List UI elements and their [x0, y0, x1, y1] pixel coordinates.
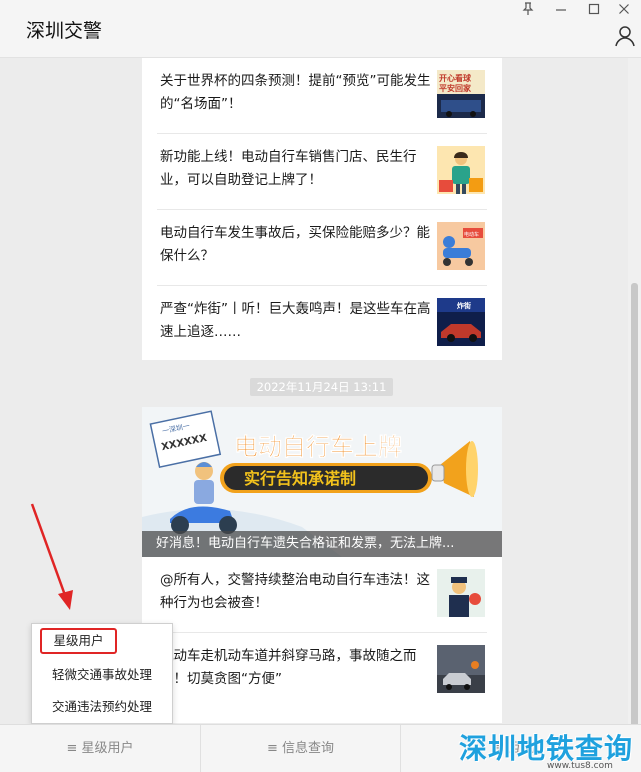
article-item[interactable]: @所有人，交警持续整治电动自行车违法！这种行为也会被查！	[157, 557, 487, 633]
menu-icon: ≡	[266, 741, 282, 756]
profile-icon[interactable]	[614, 25, 636, 47]
article-thumbnail	[437, 645, 485, 693]
close-icon[interactable]	[614, 2, 634, 18]
popup-menu: 星级用户 轻微交通事故处理 交通违法预约处理	[31, 623, 173, 724]
article-item[interactable]: 机动车走机动车道并斜穿马路，事故随之而来！切莫贪图“方便”	[157, 633, 487, 709]
title-bar: 深圳交警	[0, 0, 641, 58]
menu-item-violation-appointment[interactable]: 交通违法预约处理	[32, 694, 172, 720]
nav-info-query[interactable]: ≡ 信息查询	[201, 725, 400, 772]
article-item[interactable]: 关于世界杯的四条预测！提前“预览”可能发生的“名场面”！ 开心看球 平安回家	[157, 58, 487, 134]
app-title: 深圳交警	[26, 20, 103, 42]
banner-headline: 电动自行车上牌	[234, 433, 402, 461]
article-title: 机动车走机动车道并斜穿马路，事故随之而来！切莫贪图“方便”	[160, 648, 417, 687]
article-card: 关于世界杯的四条预测！提前“预览”可能发生的“名场面”！ 开心看球 平安回家 新…	[142, 58, 502, 360]
article-thumbnail: 开心看球 平安回家	[437, 70, 485, 118]
banner-caption: 好消息！电动自行车遗失合格证和发票，无法上牌...	[142, 531, 502, 557]
watermark-url: www.tus8.com	[547, 761, 613, 771]
annotation-arrow	[30, 503, 73, 610]
menu-icon: ≡	[66, 741, 82, 756]
article-thumbnail	[437, 146, 485, 194]
article-title: 关于世界杯的四条预测！提前“预览”可能发生的“名场面”！	[160, 73, 431, 112]
scroll-thumb[interactable]	[631, 283, 638, 772]
article-thumbnail: 炸街	[437, 298, 485, 346]
nav-label: 星级用户	[81, 741, 134, 756]
article-title: 严查“炸街”丨听！巨大轰鸣声！是这些车在高速上追逐……	[160, 301, 431, 340]
article-card: 一深圳一 XXXXXX 电动自行车上牌 实行告知承诺制 好消息！电动自行车遗失合…	[142, 407, 502, 723]
article-title: 电动自行车发生事故后，买保险能赔多少？能保什么？	[160, 225, 430, 264]
thumb-text: 电动车	[464, 231, 479, 238]
article-item[interactable]: 严查“炸街”丨听！巨大轰鸣声！是这些车在高速上追逐…… 炸街	[157, 286, 487, 362]
thumb-text: 炸街	[457, 301, 471, 310]
thumb-text: 平安回家	[439, 83, 472, 93]
article-thumbnail: 电动车	[437, 222, 485, 270]
timestamp: 2022年11月24日 13:11	[250, 378, 393, 396]
nav-star-user[interactable]: ≡ 星级用户	[0, 725, 200, 772]
article-title: 新功能上线！电动自行车销售门店、民生行业，可以自助登记上牌了！	[160, 149, 417, 188]
nav-label: 信息查询	[282, 741, 335, 756]
article-item[interactable]: 新功能上线！电动自行车销售门店、民生行业，可以自助登记上牌了！	[157, 134, 487, 210]
banner-article[interactable]: 一深圳一 XXXXXX 电动自行车上牌 实行告知承诺制 好消息！电动自行车遗失合…	[142, 407, 502, 557]
menu-item-star-user[interactable]: 星级用户	[40, 628, 117, 654]
thumb-text: 开心看球	[439, 73, 472, 83]
pin-icon[interactable]	[518, 2, 538, 18]
maximize-icon[interactable]	[584, 2, 604, 18]
watermark: 深圳地铁查询 www.tus8.com	[455, 727, 641, 772]
scrollbar[interactable]	[628, 58, 641, 772]
article-item[interactable]: 电动自行车发生事故后，买保险能赔多少？能保什么？ 电动车	[157, 210, 487, 286]
minimize-icon[interactable]	[551, 2, 571, 18]
article-title: @所有人，交警持续整治电动自行车违法！这种行为也会被查！	[160, 572, 430, 611]
menu-item-minor-accident[interactable]: 轻微交通事故处理	[32, 662, 172, 688]
banner-subline: 实行告知承诺制	[244, 469, 356, 488]
article-thumbnail	[437, 569, 485, 617]
